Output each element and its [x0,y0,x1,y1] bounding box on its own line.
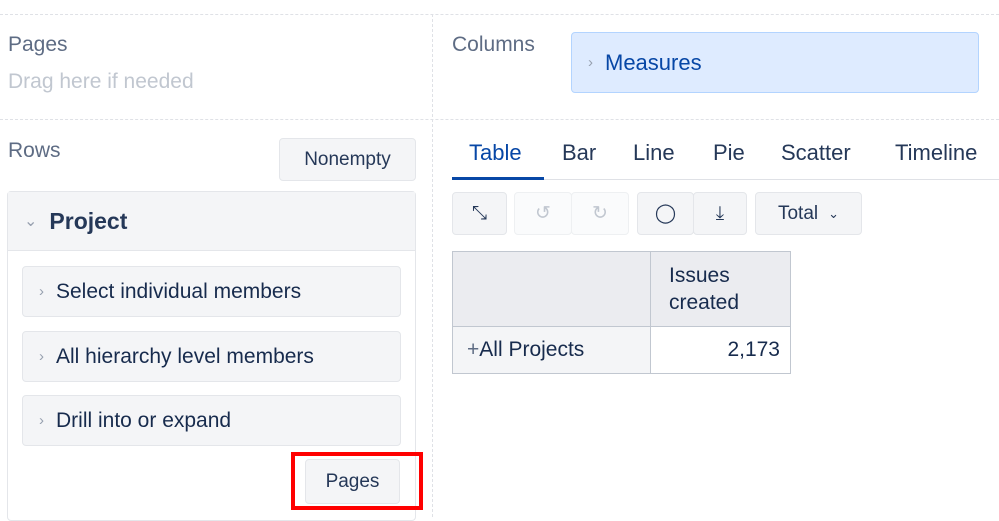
total-dropdown[interactable]: Total ⌄ [755,192,862,235]
drill-option[interactable]: › Drill into or expand [22,395,401,446]
undo-button[interactable]: ↺ [514,192,572,235]
fullscreen-button[interactable]: ⤡ [452,192,507,235]
expand-plus-icon[interactable]: + [467,338,479,361]
rows-label: Rows [8,139,61,162]
chevron-right-icon: › [588,54,593,71]
project-title: Project [49,207,128,234]
highlight-box [291,452,423,510]
download-icon: ⤓ [715,202,725,224]
select-members-option[interactable]: › Select individual members [22,266,401,317]
row-label: All Projects [479,338,585,361]
redo-button[interactable]: ↻ [571,192,629,235]
pages-label: Pages [8,33,68,56]
value-cell: 2,173 [650,326,791,374]
total-label: Total [777,202,819,224]
chevron-down-icon: ⌄ [828,205,840,221]
corner-cell [452,251,651,327]
undo-icon: ↺ [535,203,551,224]
chevron-right-icon: › [39,283,44,300]
option-label: Select individual members [56,279,302,303]
active-tab-indicator [452,177,544,180]
hierarchy-level-option[interactable]: › All hierarchy level members [22,331,401,382]
chevron-right-icon: › [39,348,44,365]
option-label: Drill into or expand [56,408,232,432]
chevron-right-icon: › [39,412,44,429]
row-header[interactable]: +All Projects [452,326,651,374]
option-label: All hierarchy level members [56,344,314,368]
column-header[interactable]: Issues created [650,251,791,327]
expand-icon: ⤡ [471,202,488,224]
tab-line[interactable]: Line [633,140,675,166]
project-header[interactable]: ⌄ Project [8,192,415,251]
tab-timeline[interactable]: Timeline [895,140,977,166]
export-button[interactable]: ⤓ [693,192,747,235]
report-table: Issues created +All Projects 2,173 [452,251,791,374]
chevron-down-icon: ⌄ [24,213,38,230]
tab-bar[interactable]: Bar [562,140,596,166]
nonempty-button[interactable]: Nonempty [279,138,416,181]
columns-label: Columns [452,33,535,56]
comment-button[interactable]: ◯ [637,192,694,235]
tab-divider [544,179,999,180]
measures-label: Measures [605,49,702,75]
tab-table[interactable]: Table [469,140,522,166]
measures-chip[interactable]: › Measures [571,32,979,93]
pages-drop-zone[interactable]: Drag here if needed [8,70,194,94]
tab-scatter[interactable]: Scatter [781,140,851,166]
tab-pie[interactable]: Pie [713,140,745,166]
comment-icon: ◯ [654,203,677,224]
redo-icon: ↻ [592,203,608,224]
